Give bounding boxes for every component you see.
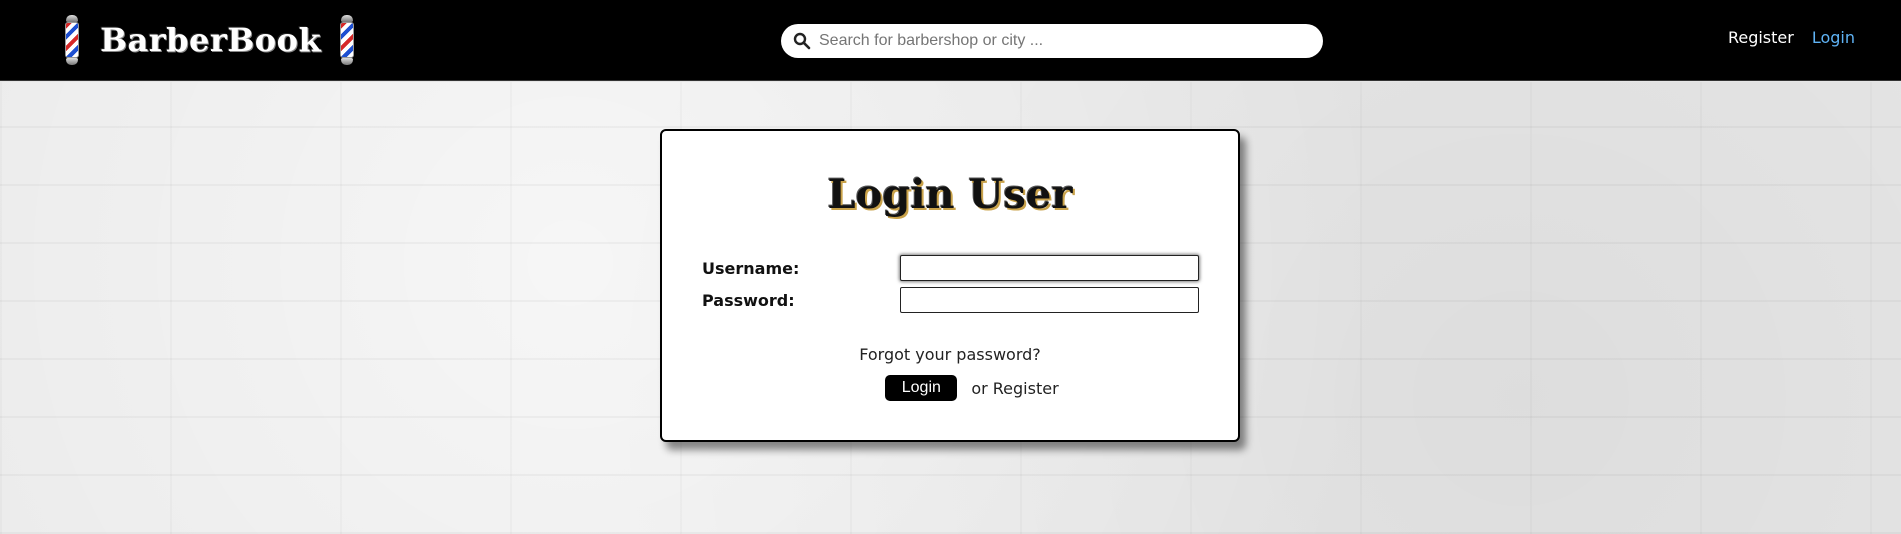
password-field[interactable] [900, 287, 1199, 313]
search-bar[interactable] [781, 24, 1323, 58]
login-actions: Login or Register [662, 375, 1238, 401]
top-navbar: BarberBook Register Login [0, 0, 1901, 81]
search-icon [793, 32, 811, 50]
username-field[interactable] [900, 255, 1199, 281]
brand-logo[interactable]: BarberBook [64, 14, 355, 66]
search-input[interactable] [819, 32, 1299, 50]
nav-links: Register Login [1728, 28, 1855, 47]
page-title: Login User [827, 171, 1073, 218]
nav-login-link[interactable]: Login [1812, 28, 1855, 47]
password-label: Password: [702, 290, 795, 310]
barber-pole-icon [64, 15, 80, 65]
brand-name[interactable]: BarberBook [100, 21, 321, 59]
nav-register-link[interactable]: Register [1728, 28, 1794, 47]
register-link[interactable]: or Register [971, 379, 1058, 398]
login-button[interactable]: Login [885, 375, 958, 401]
username-row: Username: [702, 255, 1202, 281]
login-card: Login User Username: Password: Forgot yo… [660, 129, 1240, 442]
username-label: Username: [702, 258, 800, 278]
password-row: Password: [702, 287, 1202, 313]
forgot-password-link[interactable]: Forgot your password? [662, 345, 1238, 364]
barber-pole-icon [339, 15, 355, 65]
